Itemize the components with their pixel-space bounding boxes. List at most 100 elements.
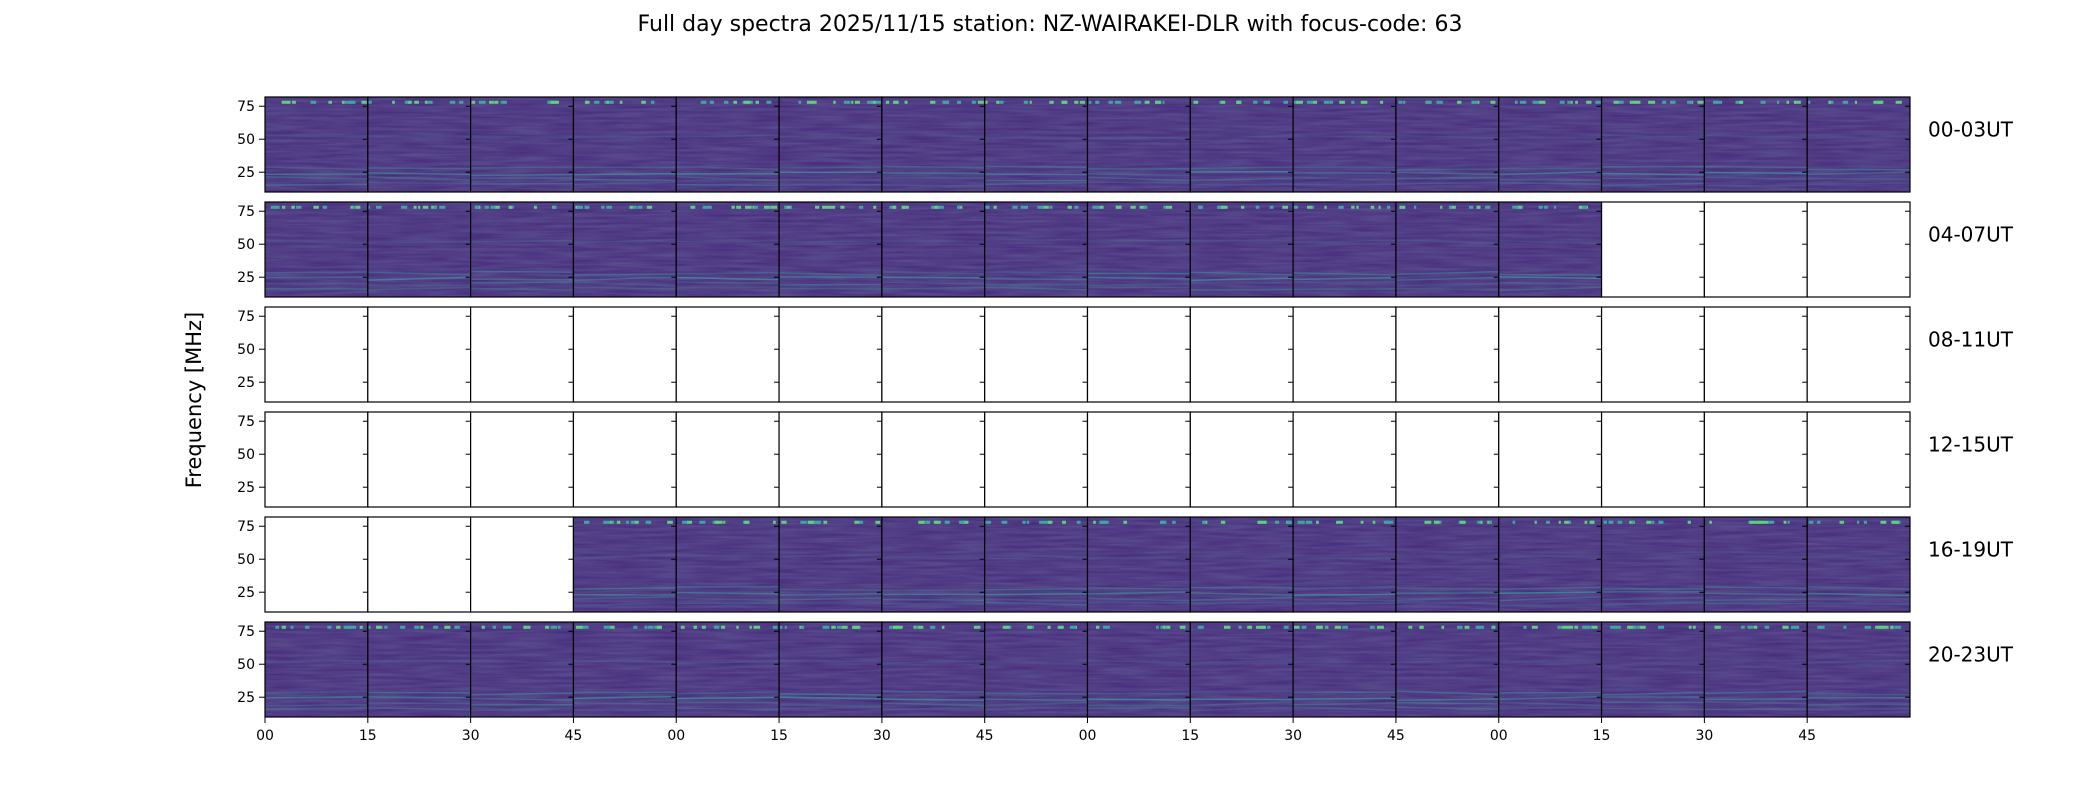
spectral-band [470, 281, 574, 284]
rfi-burst [1441, 625, 1445, 629]
spectral-band [676, 271, 780, 275]
spectral-band [1498, 178, 1602, 182]
spectral-band [676, 183, 780, 187]
spectrum-texture [779, 622, 882, 717]
rfi-burst [1457, 625, 1463, 629]
rfi-burst [583, 520, 590, 524]
rfi-burst [1283, 100, 1288, 104]
rfi-burst [1790, 625, 1798, 629]
rfi-burst [1787, 520, 1790, 524]
y-tick-label: 75 [237, 204, 255, 220]
rfi-burst [1614, 625, 1621, 629]
rfi-burst [1220, 520, 1226, 524]
empty-panel [265, 307, 368, 402]
rfi-burst [1378, 205, 1381, 209]
rfi-burst [1687, 520, 1691, 524]
rfi-burst [1193, 100, 1199, 104]
rfi-burst [650, 100, 655, 104]
rfi-burst [736, 205, 742, 209]
empty-panel [1807, 202, 1910, 297]
spectra-row: 75 50 25 00-03UT [237, 96, 2014, 193]
rfi-burst [656, 625, 662, 629]
rfi-burst [420, 625, 424, 629]
spectral-band [984, 660, 1088, 663]
rfi-burst [1895, 100, 1902, 104]
rfi-burst [1267, 625, 1271, 629]
rfi-burst [779, 625, 783, 629]
rfi-burst [1026, 520, 1030, 524]
x-tick-label: 00 [256, 728, 274, 744]
spectral-band [1704, 708, 1808, 711]
rfi-burst [1360, 520, 1364, 524]
spectrum-texture [779, 97, 882, 192]
rfi-burst [1559, 100, 1565, 104]
rfi-burst [714, 520, 720, 524]
rfi-burst [807, 520, 815, 524]
rfi-burst [1657, 625, 1665, 629]
rfi-burst [996, 100, 1000, 104]
rfi-burst [680, 625, 685, 629]
spectrum-texture [470, 622, 574, 717]
rfi-burst [557, 625, 561, 629]
spectral-band [881, 276, 985, 279]
rfi-burst [1692, 625, 1696, 629]
rfi-burst [594, 100, 600, 104]
rfi-burst [766, 100, 772, 104]
spectral-band [264, 271, 368, 274]
spectral-band [1395, 591, 1499, 595]
rfi-burst [484, 205, 489, 209]
rfi-burst [310, 100, 317, 104]
rfi-burst [494, 205, 500, 209]
spectral-band [1807, 177, 1911, 180]
rfi-burst [1578, 205, 1583, 209]
rfi-burst [1296, 100, 1303, 104]
rfi-burst [444, 625, 451, 629]
spectral-band [1807, 707, 1911, 710]
rfi-burst [1669, 100, 1676, 104]
rfi-burst [355, 205, 361, 209]
rfi-burst [281, 625, 286, 629]
y-tick-label: 25 [237, 270, 255, 286]
spectral-band [984, 165, 1088, 168]
x-tick-label: 00 [1490, 728, 1508, 744]
spectral-band [1807, 703, 1911, 706]
spectral-band [573, 273, 677, 276]
rfi-burst [1603, 520, 1607, 524]
rfi-burst [699, 520, 706, 524]
rfi-burst [1557, 625, 1563, 629]
rfi-burst [1027, 625, 1032, 629]
rfi-burst [1688, 625, 1692, 629]
rfi-burst [1636, 625, 1641, 629]
rfi-burst [353, 205, 357, 209]
rfi-burst [1436, 100, 1443, 104]
spectral-band [984, 173, 1088, 176]
rfi-burst [1238, 625, 1242, 629]
spectral-band [881, 698, 985, 701]
spectrum-texture [1293, 517, 1396, 612]
rfi-burst [1471, 100, 1476, 104]
rfi-burst [1433, 520, 1440, 524]
rfi-burst [813, 520, 820, 524]
rfi-burst [1697, 100, 1704, 104]
rfi-burst [1618, 100, 1624, 104]
rfi-burst [1323, 100, 1330, 104]
empty-panel [1704, 202, 1808, 297]
rfi-burst [1155, 100, 1162, 104]
rfi-burst [874, 100, 881, 104]
rfi-burst [977, 100, 984, 104]
spectrum-texture [1807, 517, 1910, 612]
empty-panel [1395, 307, 1499, 402]
rfi-burst [1753, 520, 1760, 524]
rfi-burst [1329, 100, 1333, 104]
spectral-band [1704, 171, 1808, 175]
y-tick-label: 25 [237, 165, 255, 181]
rfi-burst [1093, 520, 1096, 524]
rfi-burst [646, 205, 653, 209]
spectral-band [779, 588, 882, 591]
spectral-band [984, 283, 1088, 286]
spectral-band [264, 183, 368, 186]
rfi-burst [1512, 520, 1516, 524]
x-tick-label: 15 [359, 728, 377, 744]
rfi-burst [368, 100, 372, 104]
rfi-burst [753, 205, 759, 209]
